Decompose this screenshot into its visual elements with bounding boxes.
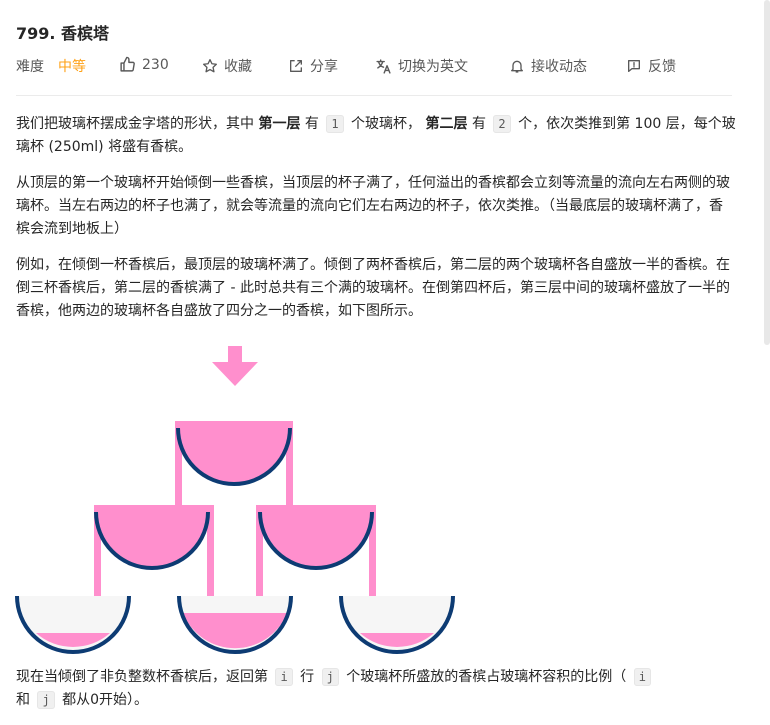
feedback-button[interactable]: 反馈 <box>626 56 676 76</box>
text: 个玻璃杯， <box>346 116 426 132</box>
description-paragraph: 现在当倾倒了非负整数杯香槟后，返回第 i 行 j 个玻璃杯所盛放的香槟占玻璃杯容… <box>16 666 736 712</box>
champagne-tower-illustration <box>15 346 455 654</box>
feedback-label: 反馈 <box>648 59 676 75</box>
inline-code: i <box>275 668 293 686</box>
inline-code: i <box>633 668 651 686</box>
thumbs-up-icon <box>120 56 135 72</box>
follow-updates-button[interactable]: 接收动态 <box>509 56 587 76</box>
glass-row3-right <box>339 595 455 654</box>
glass-row2-left <box>94 511 210 570</box>
text: 和 <box>16 692 35 708</box>
share-icon <box>290 60 302 72</box>
text: 都从0开始）。 <box>57 692 149 708</box>
glass-top <box>176 427 292 486</box>
favorite-button[interactable]: 收藏 <box>202 56 252 76</box>
text: 有 <box>300 116 324 132</box>
like-count: 230 <box>142 56 169 73</box>
text: 个玻璃杯所盛放的香槟占玻璃杯容积的比例（ <box>341 669 631 685</box>
difficulty-value: 中等 <box>58 59 86 75</box>
pour-arrow-icon <box>212 346 258 386</box>
switch-language-label: 切换为英文 <box>398 59 468 75</box>
translate-icon <box>376 58 391 74</box>
feedback-icon <box>628 60 640 72</box>
glass-row3-left <box>15 595 131 654</box>
text: 我们把玻璃杯摆成金字塔的形状，其中 <box>16 116 259 132</box>
divider <box>16 95 732 96</box>
bold-term: 第一层 <box>258 116 301 132</box>
inline-code: 1 <box>326 115 344 133</box>
share-button[interactable]: 分享 <box>288 56 338 76</box>
share-label: 分享 <box>310 59 338 75</box>
description-paragraph: 例如，在倾倒一杯香槟后，最顶层的玻璃杯满了。倾倒了两杯香槟后，第二层的两个玻璃杯… <box>16 257 730 319</box>
bell-icon <box>511 60 523 73</box>
glass-row2-right <box>258 511 374 570</box>
follow-updates-label: 接收动态 <box>531 59 587 75</box>
star-icon <box>203 59 217 73</box>
problem-title: 799. 香槟塔 <box>16 24 110 43</box>
problem-question: 现在当倾倒了非负整数杯香槟后，返回第 i 行 j 个玻璃杯所盛放的香槟占玻璃杯容… <box>16 666 736 712</box>
bold-term: 第二层 <box>425 116 468 132</box>
text: 现在当倾倒了非负整数杯香槟后，返回第 <box>16 669 273 685</box>
inline-code: j <box>37 691 55 709</box>
text: 有 <box>467 116 491 132</box>
inline-code: j <box>321 668 339 686</box>
scrollbar[interactable] <box>764 0 770 345</box>
problem-description: 我们把玻璃杯摆成金字塔的形状，其中 第一层 有 1 个玻璃杯， 第二层 有 2 … <box>16 113 736 336</box>
difficulty: 难度 中等 <box>16 56 86 76</box>
switch-language-button[interactable]: 切换为英文 <box>375 56 468 76</box>
description-paragraph: 从顶层的第一个玻璃杯开始倾倒一些香槟，当顶层的杯子满了，任何溢出的香槟都会立刻等… <box>16 175 730 237</box>
text: 行 <box>295 669 319 685</box>
difficulty-label: 难度 <box>16 59 44 75</box>
like-button[interactable]: 230 <box>119 56 169 73</box>
description-paragraph: 我们把玻璃杯摆成金字塔的形状，其中 第一层 有 1 个玻璃杯， 第二层 有 2 … <box>16 113 736 159</box>
glass-row3-middle <box>177 595 293 654</box>
inline-code: 2 <box>493 115 511 133</box>
favorite-label: 收藏 <box>224 59 252 75</box>
